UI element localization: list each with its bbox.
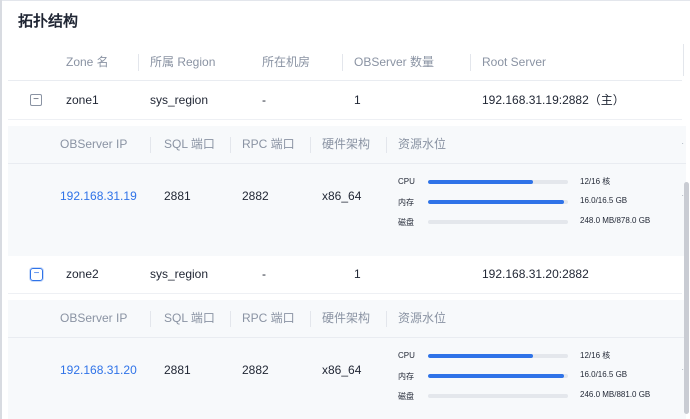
page-title: 拓扑结构 bbox=[18, 13, 79, 30]
resource-bar-fill bbox=[428, 374, 564, 378]
zone-region: sys_region bbox=[150, 267, 209, 281]
column-region: 所属 Region bbox=[150, 55, 216, 69]
column-observer-ip: OBServer IP bbox=[60, 137, 128, 151]
column-divider bbox=[230, 137, 231, 153]
column-divider bbox=[386, 137, 387, 153]
zone-idc: - bbox=[262, 267, 266, 281]
resource-value: 12/16 核 bbox=[580, 177, 611, 186]
collapse-icon[interactable]: − bbox=[30, 268, 43, 281]
column-resources: 资源水位 bbox=[398, 311, 447, 325]
resource-label: 磁盘 bbox=[398, 392, 414, 401]
more-icon: · bbox=[681, 139, 684, 148]
observer-ip-link[interactable]: 192.168.31.19 bbox=[60, 164, 137, 228]
resource-bar-fill bbox=[428, 354, 533, 358]
resource-value: 248.0 MB/878.0 GB bbox=[580, 216, 651, 225]
column-divider bbox=[683, 44, 684, 76]
column-root-server: Root Server bbox=[482, 55, 547, 69]
zone-root-server: 192.168.31.20:2882 bbox=[482, 267, 589, 281]
zone-server-count: 1 bbox=[354, 267, 361, 281]
resource-bar-fill bbox=[428, 180, 533, 184]
column-rpc-port: RPC 端口 bbox=[242, 311, 295, 325]
zone-row-zone1[interactable]: − zone1 sys_region - 1 192.168.31.19:288… bbox=[8, 81, 682, 120]
vertical-scrollbar[interactable] bbox=[684, 182, 689, 414]
sql-port: 2881 bbox=[164, 189, 191, 203]
resource-usage: CPU 12/16 核 内存 16.0/16.5 GB 磁盘 246.0 MB/… bbox=[398, 348, 658, 408]
server-row: 192.168.31.20 2881 2882 x86_64 CPU 12/16… bbox=[8, 338, 686, 402]
column-divider bbox=[342, 54, 343, 71]
column-divider bbox=[138, 54, 139, 71]
zone-table-header: Zone 名 所属 Region 所在机房 OBServer 数量 Root S… bbox=[8, 44, 682, 81]
column-divider bbox=[386, 311, 387, 327]
server-table-header: OBServer IP SQL 端口 RPC 端口 硬件架构 资源水位 · bbox=[8, 126, 686, 164]
column-sql-port: SQL 端口 bbox=[164, 137, 215, 151]
resource-value: 16.0/16.5 GB bbox=[580, 370, 628, 379]
column-divider bbox=[470, 54, 471, 71]
server-table-header: OBServer IP SQL 端口 RPC 端口 硬件架构 资源水位 bbox=[8, 300, 686, 338]
resource-memory: 内存 16.0/16.5 GB bbox=[398, 368, 658, 388]
column-divider bbox=[150, 311, 151, 327]
resource-bar bbox=[428, 374, 568, 378]
zone-row-zone2[interactable]: − zone2 sys_region - 1 192.168.31.20:288… bbox=[8, 255, 682, 294]
column-rpc-port: RPC 端口 bbox=[242, 137, 295, 151]
zone-root-server: 192.168.31.19:2882（主） bbox=[482, 93, 625, 107]
zone-region: sys_region bbox=[150, 93, 209, 107]
observer-ip-link[interactable]: 192.168.31.20 bbox=[60, 338, 137, 402]
resource-value: 246.0 MB/881.0 GB bbox=[580, 390, 651, 399]
resource-disk: 磁盘 248.0 MB/878.0 GB bbox=[398, 214, 658, 234]
resource-label: 内存 bbox=[398, 372, 414, 381]
collapse-icon[interactable]: − bbox=[30, 94, 42, 106]
column-divider bbox=[310, 311, 311, 327]
zone-name: zone2 bbox=[66, 267, 99, 281]
column-observer-ip: OBServer IP bbox=[60, 311, 128, 325]
resource-value: 12/16 核 bbox=[580, 351, 611, 360]
resource-value: 16.0/16.5 GB bbox=[580, 196, 628, 205]
zone1-server-detail: OBServer IP SQL 端口 RPC 端口 硬件架构 资源水位 · 19… bbox=[8, 126, 686, 256]
column-divider bbox=[230, 311, 231, 327]
resource-bar bbox=[428, 354, 568, 358]
resource-bar bbox=[428, 220, 568, 224]
zone2-server-detail: OBServer IP SQL 端口 RPC 端口 硬件架构 资源水位 192.… bbox=[8, 300, 686, 419]
top-border bbox=[0, 0, 690, 1]
resource-bar bbox=[428, 200, 568, 204]
column-zone-name: Zone 名 bbox=[66, 55, 109, 69]
zone-idc: - bbox=[262, 93, 266, 107]
column-server-count: OBServer 数量 bbox=[354, 55, 435, 69]
column-divider bbox=[310, 137, 311, 153]
resource-bar bbox=[428, 394, 568, 398]
column-divider bbox=[150, 137, 151, 153]
resource-bar-fill bbox=[428, 200, 564, 204]
zone-name: zone1 bbox=[66, 93, 99, 107]
column-resources: 资源水位 bbox=[398, 137, 447, 151]
resource-label: CPU bbox=[398, 351, 415, 360]
column-arch: 硬件架构 bbox=[322, 311, 371, 325]
resource-label: CPU bbox=[398, 177, 415, 186]
hardware-arch: x86_64 bbox=[322, 189, 362, 203]
rpc-port: 2882 bbox=[242, 189, 269, 203]
resource-bar bbox=[428, 180, 568, 184]
column-sql-port: SQL 端口 bbox=[164, 311, 215, 325]
left-edge bbox=[0, 0, 2, 419]
resource-cpu: CPU 12/16 核 bbox=[398, 174, 658, 194]
hardware-arch: x86_64 bbox=[322, 363, 362, 377]
resource-usage: CPU 12/16 核 内存 16.0/16.5 GB 磁盘 248.0 MB/… bbox=[398, 174, 658, 234]
sql-port: 2881 bbox=[164, 363, 191, 377]
zone-server-count: 1 bbox=[354, 93, 361, 107]
rpc-port: 2882 bbox=[242, 363, 269, 377]
resource-label: 磁盘 bbox=[398, 218, 414, 227]
resource-disk: 磁盘 246.0 MB/881.0 GB bbox=[398, 388, 658, 408]
column-arch: 硬件架构 bbox=[322, 137, 371, 151]
column-idc: 所在机房 bbox=[262, 55, 311, 69]
server-row: 192.168.31.19 2881 2882 x86_64 CPU 12/16… bbox=[8, 164, 686, 228]
resource-label: 内存 bbox=[398, 198, 414, 207]
resource-cpu: CPU 12/16 核 bbox=[398, 348, 658, 368]
resource-memory: 内存 16.0/16.5 GB bbox=[398, 194, 658, 214]
